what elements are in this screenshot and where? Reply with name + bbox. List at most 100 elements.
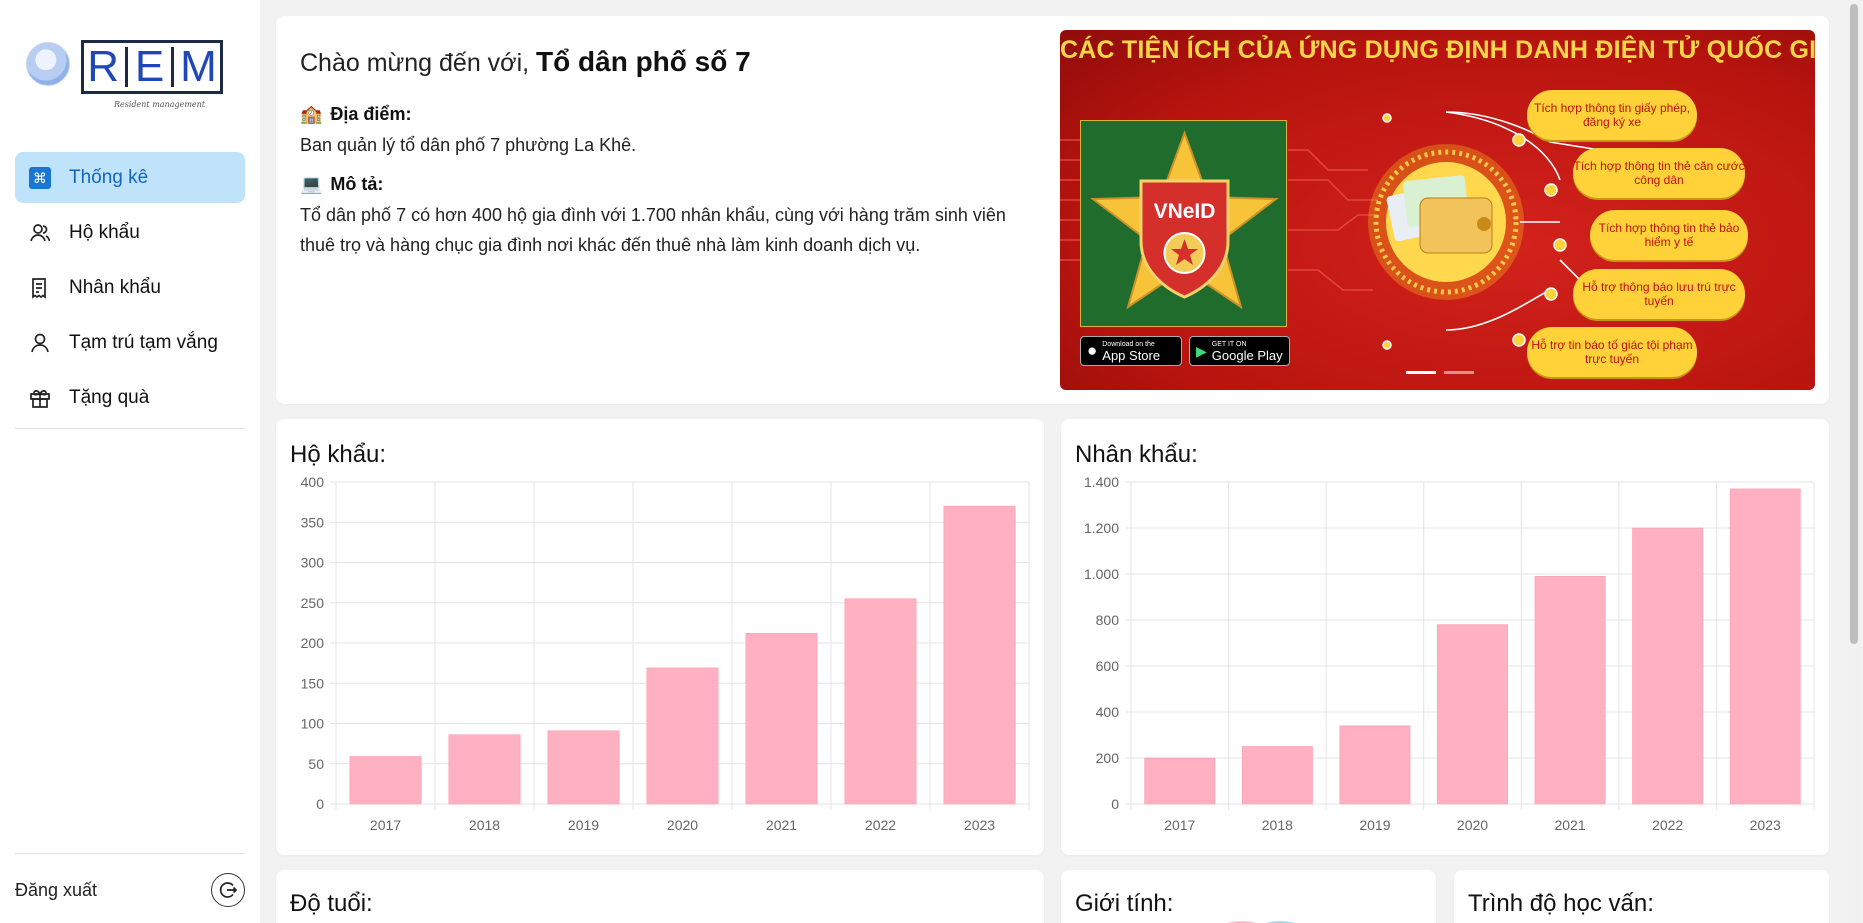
- y-tick-label: 200: [1096, 750, 1120, 766]
- x-tick-label: 2023: [964, 817, 995, 833]
- gender-pie-chart: [1227, 921, 1295, 923]
- sidebar-item-tam-tru-tam-vang[interactable]: Tạm trú tạm vắng: [15, 317, 245, 368]
- logo-avatar: [26, 42, 70, 86]
- bar: [943, 505, 1016, 805]
- app-store-badge[interactable]: ● Download on the App Store: [1080, 336, 1182, 366]
- banner-feature: Tích hợp thông tin giấy phép, đăng ký xe: [1527, 90, 1697, 140]
- vneid-banner-carousel[interactable]: CÁC TIỆN ÍCH CỦA ỨNG DỤNG ĐỊNH DANH ĐIỆN…: [1060, 30, 1815, 390]
- description-text: Tổ dân phố 7 có hơn 400 hộ gia đình với …: [300, 205, 1006, 255]
- logout-button[interactable]: [211, 873, 245, 907]
- y-tick-label: 400: [301, 474, 325, 490]
- y-tick-label: 100: [301, 716, 325, 732]
- school-icon: 🏫: [300, 104, 323, 124]
- location-text: Ban quản lý tổ dân phố 7 phường La Khê.: [300, 135, 637, 155]
- nhan-khau-chart-card: Nhân khẩu: 0 200 400 600 800 1.000 1.200 1.400 2…: [1061, 419, 1829, 855]
- carousel-indicators: [1406, 371, 1474, 374]
- sidebar: R E M Resident management ⌘ Thống kê Hộ …: [0, 0, 260, 923]
- sidebar-nav: ⌘ Thống kê Hộ khẩu Nhân khẩu Tạm trú tạm…: [15, 152, 245, 427]
- y-tick-label: 1.200: [1084, 520, 1119, 536]
- location-label-row: 🏫 Địa điểm:: [300, 104, 411, 125]
- trinh-do-hoc-van-card: Trình độ học vấn:: [1454, 870, 1829, 923]
- y-tick-label: 250: [301, 595, 325, 611]
- computer-icon: 💻: [300, 174, 323, 194]
- x-tick-label: 2020: [1457, 817, 1488, 833]
- x-tick-label: 2017: [1164, 817, 1195, 833]
- welcome-card: Chào mừng đến với, Tổ dân phố số 7 🏫 Địa…: [276, 16, 1829, 404]
- x-tick-label: 2019: [1359, 817, 1390, 833]
- gioi-tinh-card: Giới tính:: [1061, 870, 1436, 923]
- bar: [1241, 746, 1313, 805]
- ho-khau-chart-card: Hộ khẩu: 0 50 100 150 200 250 300 350 400 2017 201…: [276, 419, 1044, 855]
- y-tick-label: 400: [1096, 704, 1120, 720]
- banner-feature: Tích hợp thông tin thẻ bảo hiểm y tế: [1590, 210, 1748, 260]
- user-icon: [29, 332, 51, 354]
- welcome-place-name: Tổ dân phố số 7: [536, 46, 751, 77]
- welcome-greeting: Chào mừng đến với,: [300, 49, 530, 77]
- bar: [1534, 576, 1606, 805]
- play-icon: ▶: [1196, 342, 1207, 359]
- sidebar-item-label: Nhân khẩu: [69, 276, 161, 298]
- y-tick-label: 200: [301, 635, 325, 651]
- carousel-dot[interactable]: [1444, 371, 1474, 374]
- logout-divider: [15, 853, 245, 854]
- app-logo[interactable]: R E M Resident management: [26, 36, 226, 116]
- document-list-icon: [29, 277, 51, 299]
- sidebar-item-ho-khau[interactable]: Hộ khẩu: [15, 207, 245, 258]
- vneid-logo: VNeID: [1080, 120, 1287, 327]
- app-store-label: App Store: [1102, 347, 1161, 363]
- x-tick-label: 2017: [370, 817, 401, 833]
- logo-letter: M: [180, 42, 217, 91]
- bar: [1437, 624, 1508, 805]
- carousel-dot[interactable]: [1406, 371, 1436, 374]
- bar: [1339, 725, 1411, 805]
- card-title: Giới tính:: [1075, 890, 1174, 917]
- x-tick-label: 2021: [766, 817, 797, 833]
- gift-icon: [29, 387, 51, 409]
- x-tick-label: 2022: [1652, 817, 1683, 833]
- y-tick-label: 300: [301, 555, 325, 571]
- x-tick-label: 2023: [1750, 817, 1781, 833]
- y-tick-label: 0: [1111, 796, 1119, 812]
- logo-wordmark: R E M: [81, 40, 223, 94]
- x-tick-label: 2020: [667, 817, 698, 833]
- logo-letter: E: [134, 42, 165, 91]
- bar: [1729, 488, 1801, 805]
- scrollbar-thumb[interactable]: [1850, 4, 1858, 644]
- sidebar-item-label: Tạm trú tạm vắng: [69, 331, 218, 353]
- logout-icon: [219, 882, 238, 898]
- sidebar-item-tang-qua[interactable]: Tặng quà: [15, 372, 245, 423]
- users-icon: [29, 222, 51, 244]
- y-tick-label: 1.400: [1084, 474, 1119, 490]
- nhan-khau-bar-chart: 0 200 400 600 800 1.000 1.200 1.400 2017 2018 2019…: [1084, 474, 1815, 833]
- y-tick-label: 600: [1096, 658, 1120, 674]
- welcome-heading: Chào mừng đến với, Tổ dân phố số 7: [300, 46, 751, 78]
- card-title: Độ tuổi:: [290, 890, 373, 917]
- sidebar-item-label: Hộ khẩu: [69, 221, 140, 243]
- bar: [349, 756, 422, 805]
- x-tick-label: 2018: [469, 817, 500, 833]
- card-title: Trình độ học vấn:: [1468, 890, 1654, 917]
- y-tick-label: 0: [316, 796, 324, 812]
- banner-feature: Tích hợp thông tin thẻ căn cước công dân: [1573, 148, 1745, 198]
- x-tick-label: 2018: [1262, 817, 1293, 833]
- apple-icon: ●: [1087, 341, 1098, 360]
- y-tick-label: 150: [301, 675, 325, 691]
- google-play-label: Google Play: [1211, 347, 1283, 363]
- bar: [448, 734, 521, 805]
- x-tick-label: 2022: [865, 817, 896, 833]
- command-icon: ⌘: [29, 166, 51, 189]
- svg-text:⌘: ⌘: [33, 171, 47, 187]
- sidebar-item-nhan-khau[interactable]: Nhân khẩu: [15, 262, 245, 313]
- location-label: Địa điểm:: [330, 104, 412, 124]
- bar: [1632, 527, 1704, 805]
- page-scrollbar[interactable]: [1847, 0, 1861, 923]
- banner-feature: Hỗ trợ tin báo tố giác tội phạm trực tuy…: [1527, 327, 1697, 377]
- google-play-badge[interactable]: ▶ GET IT ON Google Play: [1189, 336, 1290, 366]
- sidebar-item-thong-ke[interactable]: ⌘ Thống kê: [15, 152, 245, 203]
- bar: [1144, 757, 1216, 805]
- ho-khau-bar-chart: 0 50 100 150 200 250 300 350 400 2017 2018 2019 2020…: [301, 474, 1030, 833]
- bar: [844, 598, 917, 805]
- bar: [646, 667, 719, 805]
- banner-feature: Hỗ trợ thông báo lưu trú trực tuyến: [1573, 269, 1745, 319]
- logout-row[interactable]: Đăng xuất: [15, 870, 245, 910]
